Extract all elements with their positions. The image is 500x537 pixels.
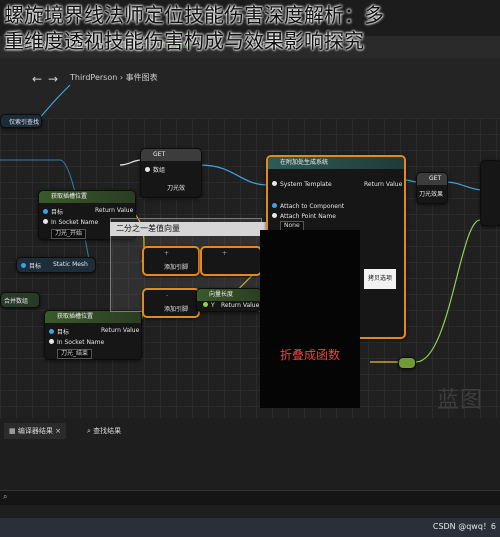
get-node-right-header: GET xyxy=(417,173,447,185)
tab-compiler-results[interactable]: ▦ 编译器结果 × xyxy=(4,423,66,439)
socket-location-node-lower[interactable]: 获取插槽位置 目标 Return Value In Socket Name 刀光… xyxy=(44,310,142,360)
socket-lower-target[interactable]: 目标 xyxy=(49,327,69,336)
spawn-return[interactable]: Return Value xyxy=(364,181,402,188)
add-node-2-symbol: + xyxy=(222,250,228,257)
subtract-node-pin-label[interactable]: 添加引脚 xyxy=(164,304,188,313)
merge-array-node[interactable]: 合并数组 xyxy=(0,292,40,308)
app-frame: 显示源代码 搜索 类设置 类默认值 ▶ 播放 未选择调试对象 ▾ ← → Thi… xyxy=(0,0,500,537)
black-overlay xyxy=(260,230,360,408)
add-node-2[interactable]: + xyxy=(200,246,262,276)
offscreen-node[interactable] xyxy=(480,160,500,226)
socket-upper-value-field[interactable]: 刀光_开始 xyxy=(51,229,87,239)
static-mesh-label: Static Mesh xyxy=(53,261,88,268)
socket-upper-header: 获取插槽位置 xyxy=(39,191,135,203)
index-lookup-label: 仅索引查找 xyxy=(9,119,40,126)
add-node-pin-label[interactable]: 添加引脚 xyxy=(164,262,188,271)
get-top-pin-fx[interactable]: 刀光效 xyxy=(167,183,185,192)
vector-length-return[interactable]: Return Value xyxy=(221,302,259,309)
socket-lower-header: 获取插槽位置 xyxy=(45,311,141,323)
search-icon: ⌕ xyxy=(3,492,8,501)
spawn-attach-component[interactable]: Attach to Component xyxy=(272,203,344,210)
add-node-symbol: + xyxy=(164,250,170,257)
spawn-system-template[interactable]: System Template xyxy=(272,181,332,188)
add-node[interactable]: + 添加引脚 xyxy=(142,246,200,276)
get-node-top-header: GET xyxy=(141,149,201,161)
subtract-node-symbol: - xyxy=(166,292,169,299)
subtract-node[interactable]: - 添加引脚 xyxy=(142,288,200,318)
get-node-right[interactable]: GET 刀光效果 xyxy=(416,172,448,204)
socket-lower-in-socket[interactable]: In Socket Name xyxy=(49,339,104,346)
socket-upper-return[interactable]: Return Value xyxy=(95,207,133,214)
vector-length-y[interactable]: Y xyxy=(203,302,215,309)
search-icon: ⌕ xyxy=(87,427,91,435)
socket-lower-return[interactable]: Return Value xyxy=(101,327,139,334)
merge-array-label: 合并数组 xyxy=(4,298,29,305)
collapse-to-function-label: 折叠成函数 xyxy=(279,348,340,362)
article-title-line2: 重维度透视技能伤害构成与效果影响探究 xyxy=(4,29,364,53)
static-mesh-target[interactable]: 目标 xyxy=(21,261,41,270)
blueprint-watermark: 蓝图 xyxy=(437,388,484,413)
context-menu-item[interactable]: 拷贝选项 xyxy=(364,269,396,289)
socket-upper-in-socket[interactable]: In Socket Name xyxy=(43,219,98,226)
get-top-pin-array[interactable]: 数组 xyxy=(145,165,165,174)
index-lookup-node[interactable]: 仅索引查找 xyxy=(0,114,42,128)
spawn-attach-point[interactable]: Attach Point Name xyxy=(272,213,336,220)
taskbar xyxy=(0,518,500,537)
vector-length-node[interactable]: 向量长度 Y Return Value xyxy=(196,288,262,312)
reroute-node[interactable] xyxy=(398,357,416,369)
comment-title[interactable]: 二分之一差值向量 xyxy=(110,222,266,236)
get-node-top[interactable]: GET 数组 刀光效 xyxy=(140,148,202,198)
socket-lower-value-field[interactable]: 刀光_结束 xyxy=(57,349,93,359)
tab-find-results[interactable]: ⌕ 查找结果 xyxy=(82,423,126,439)
vector-length-header: 向量长度 xyxy=(197,289,261,301)
spawn-header: 在附加处生成系统 xyxy=(268,157,404,169)
socket-upper-target[interactable]: 目标 xyxy=(43,207,63,216)
csdn-footer: CSDN @qwq！6 xyxy=(432,522,496,531)
article-title: 螺旋境界线法师定位技能伤害深度解析：多 重维度透视技能伤害构成与效果影响探究 xyxy=(0,0,500,56)
search-bar[interactable]: ⌕ xyxy=(0,490,500,505)
static-mesh-node[interactable]: 目标 Static Mesh xyxy=(16,257,96,273)
get-right-pin[interactable]: 刀光效果 xyxy=(419,189,443,198)
